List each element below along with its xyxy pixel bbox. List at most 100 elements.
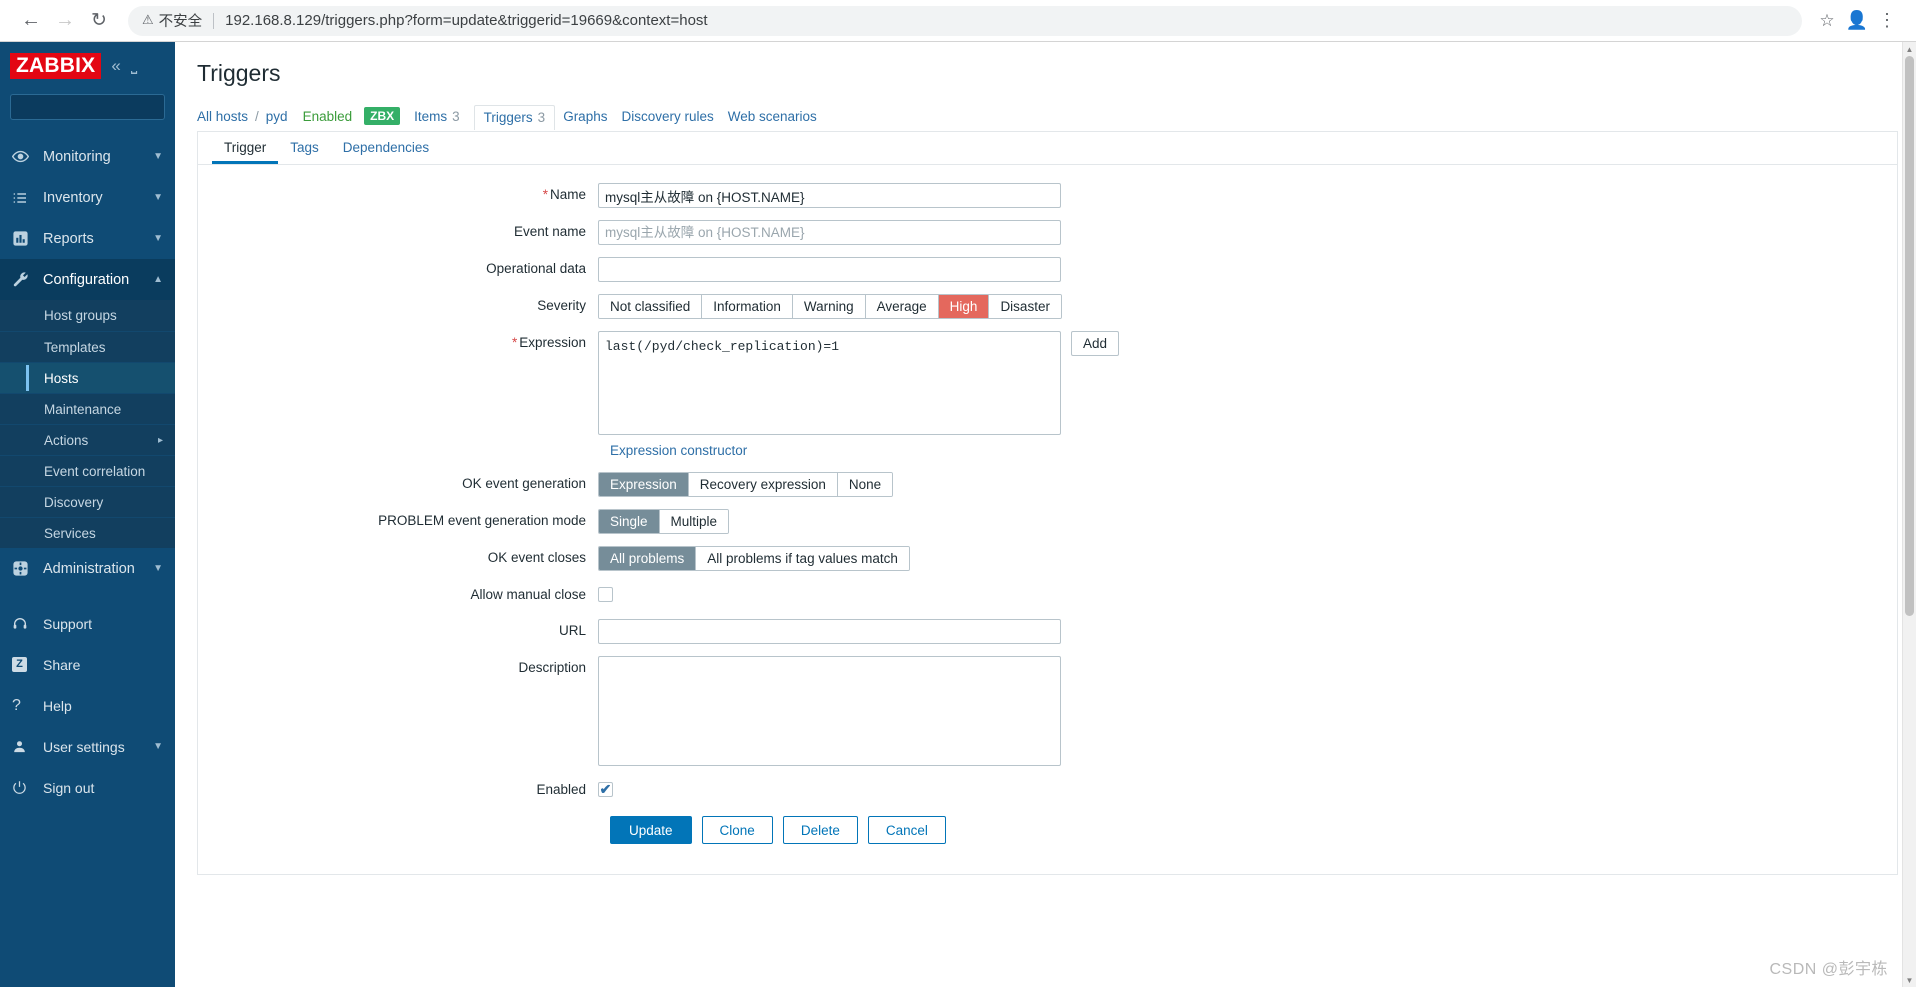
operational-data-input[interactable] bbox=[598, 257, 1061, 282]
delete-button[interactable]: Delete bbox=[782, 816, 858, 844]
kebab-menu-icon[interactable]: ⋮ bbox=[1872, 6, 1902, 36]
back-arrow-icon[interactable]: ← bbox=[14, 4, 48, 38]
breadcrumb: All hosts / pyd Enabled ZBX Items 3 Trig… bbox=[175, 101, 1898, 131]
breadcrumb-tab-count: 3 bbox=[452, 108, 460, 124]
sidebar-item-label: Sign out bbox=[43, 779, 95, 796]
sidebar-item-sign-out[interactable]: Sign out bbox=[0, 767, 175, 808]
address-bar[interactable]: ⚠ 不安全 192.168.8.129/triggers.php?form=up… bbox=[128, 5, 1802, 36]
hide-sidebar-icon[interactable]: ⎵ bbox=[131, 57, 137, 75]
ok-event-closes-option-tag-values-match[interactable]: All problems if tag values match bbox=[695, 547, 909, 570]
ok-event-generation-option-recovery-expression[interactable]: Recovery expression bbox=[687, 473, 837, 496]
sidebar-item-discovery[interactable]: Discovery bbox=[0, 486, 175, 517]
description-textarea[interactable] bbox=[598, 656, 1061, 766]
clone-button[interactable]: Clone bbox=[701, 816, 773, 844]
sidebar-item-services[interactable]: Services bbox=[0, 517, 175, 548]
severity-option-warning[interactable]: Warning bbox=[791, 295, 865, 318]
search-input[interactable] bbox=[17, 99, 175, 115]
list-icon bbox=[12, 190, 38, 206]
cancel-button[interactable]: Cancel bbox=[867, 816, 946, 844]
sidebar-item-templates[interactable]: Templates bbox=[0, 331, 175, 362]
sidebar-item-label: User settings bbox=[43, 738, 125, 755]
event-name-input[interactable] bbox=[598, 220, 1061, 245]
sidebar-submenu-configuration: Host groups Templates Hosts Maintenance … bbox=[0, 300, 175, 548]
sidebar-item-host-groups[interactable]: Host groups bbox=[0, 300, 175, 331]
chevron-down-icon: ▼ bbox=[153, 741, 163, 752]
breadcrumb-tab-discovery-rules[interactable]: Discovery rules bbox=[621, 109, 713, 124]
breadcrumb-tab-graphs[interactable]: Graphs bbox=[563, 109, 607, 124]
breadcrumb-tab-items[interactable]: Items 3 bbox=[414, 109, 460, 124]
url-label: URL bbox=[558, 623, 586, 638]
search-box[interactable]: ⚲ bbox=[10, 94, 175, 120]
sidebar-header: ZABBIX « ⎵ bbox=[0, 42, 175, 90]
breadcrumb-host[interactable]: pyd bbox=[266, 109, 288, 124]
tab-tags[interactable]: Tags bbox=[278, 132, 331, 164]
sidebar-item-administration[interactable]: Administration ▼ bbox=[0, 548, 175, 589]
severity-option-disaster[interactable]: Disaster bbox=[988, 295, 1061, 318]
expression-constructor-link[interactable]: Expression constructor bbox=[610, 443, 1897, 458]
expression-add-button[interactable]: Add bbox=[1071, 331, 1119, 356]
name-control bbox=[598, 183, 1897, 208]
problem-mode-option-multiple[interactable]: Multiple bbox=[658, 510, 729, 533]
name-label: * Name bbox=[198, 183, 598, 207]
severity-option-not-classified[interactable]: Not classified bbox=[599, 295, 702, 318]
chevron-down-icon: ▼ bbox=[153, 563, 163, 574]
field-row-ok-event-generation: OK event generation Expression Recovery … bbox=[198, 472, 1897, 497]
sidebar-item-label: Support bbox=[43, 615, 93, 632]
sidebar-menu: Monitoring ▼ Inventory ▼ Reports ▼ Confi… bbox=[0, 130, 175, 808]
breadcrumb-tab-triggers[interactable]: Triggers 3 bbox=[473, 104, 556, 130]
sidebar-item-support[interactable]: Support bbox=[0, 603, 175, 644]
sidebar-subitem-label: Discovery bbox=[44, 494, 104, 510]
severity-option-average[interactable]: Average bbox=[864, 295, 938, 318]
field-row-operational-data: Operational data bbox=[198, 257, 1897, 282]
sidebar-item-share[interactable]: Z Share bbox=[0, 644, 175, 685]
operational-data-label: Operational data bbox=[486, 261, 586, 276]
collapse-chevrons-icon[interactable]: « bbox=[111, 56, 120, 76]
ok-event-generation-option-expression[interactable]: Expression bbox=[599, 473, 688, 496]
host-status-label[interactable]: Enabled bbox=[303, 109, 353, 124]
sidebar-item-maintenance[interactable]: Maintenance bbox=[0, 393, 175, 424]
sidebar-item-monitoring[interactable]: Monitoring ▼ bbox=[0, 136, 175, 177]
sidebar-item-label: Share bbox=[43, 656, 81, 673]
zabbix-logo[interactable]: ZABBIX bbox=[10, 53, 102, 79]
sidebar-item-configuration[interactable]: Configuration ▲ bbox=[0, 259, 175, 300]
vertical-scrollbar[interactable]: ▲ ▼ bbox=[1902, 42, 1916, 987]
scroll-down-arrow-icon[interactable]: ▼ bbox=[1903, 973, 1916, 987]
event-name-label: Event name bbox=[513, 224, 586, 239]
agent-availability-badge[interactable]: ZBX bbox=[364, 107, 401, 125]
update-button[interactable]: Update bbox=[610, 816, 692, 844]
ok-event-generation-option-none[interactable]: None bbox=[836, 473, 893, 496]
form-tabs: Trigger Tags Dependencies bbox=[198, 132, 1897, 165]
breadcrumb-tab-web-scenarios[interactable]: Web scenarios bbox=[728, 109, 817, 124]
forward-arrow-icon[interactable]: → bbox=[48, 4, 82, 38]
name-input[interactable] bbox=[598, 183, 1061, 208]
breadcrumb-all-hosts[interactable]: All hosts bbox=[197, 109, 248, 124]
sidebar-item-actions[interactable]: Actions ▸ bbox=[0, 424, 175, 455]
tab-trigger[interactable]: Trigger bbox=[212, 132, 279, 164]
problem-event-generation-mode-segmented-control: Single Multiple bbox=[598, 509, 730, 534]
profile-avatar-icon[interactable]: 👤 bbox=[1842, 6, 1872, 36]
tab-dependencies[interactable]: Dependencies bbox=[331, 132, 441, 164]
severity-option-information[interactable]: Information bbox=[701, 295, 792, 318]
reload-icon[interactable]: ↻ bbox=[82, 4, 116, 38]
scroll-up-arrow-icon[interactable]: ▲ bbox=[1903, 42, 1916, 56]
severity-option-high[interactable]: High bbox=[937, 295, 989, 318]
problem-mode-option-single[interactable]: Single bbox=[599, 510, 659, 533]
scrollbar-thumb[interactable] bbox=[1905, 56, 1914, 616]
enabled-checkbox[interactable]: ✔ bbox=[598, 781, 613, 797]
sidebar-item-reports[interactable]: Reports ▼ bbox=[0, 218, 175, 259]
tab-label: Tags bbox=[290, 140, 319, 155]
allow-manual-close-checkbox[interactable] bbox=[598, 587, 613, 602]
sidebar-item-user-settings[interactable]: User settings ▼ bbox=[0, 726, 175, 767]
sidebar-item-inventory[interactable]: Inventory ▼ bbox=[0, 177, 175, 218]
sidebar-search-wrap: ⚲ bbox=[0, 90, 175, 130]
sidebar-item-help[interactable]: ? Help bbox=[0, 685, 175, 726]
field-row-enabled: Enabled ✔ bbox=[198, 778, 1897, 802]
bookmark-star-icon[interactable]: ☆ bbox=[1812, 6, 1842, 36]
sidebar-item-hosts[interactable]: Hosts bbox=[0, 362, 175, 393]
warning-triangle-icon: ⚠ bbox=[142, 11, 154, 27]
url-input[interactable] bbox=[598, 619, 1061, 644]
sidebar-item-event-correlation[interactable]: Event correlation bbox=[0, 455, 175, 486]
ok-event-closes-option-all-problems[interactable]: All problems bbox=[599, 547, 696, 570]
sidebar-item-label: Help bbox=[43, 697, 72, 714]
expression-textarea[interactable] bbox=[598, 331, 1061, 435]
